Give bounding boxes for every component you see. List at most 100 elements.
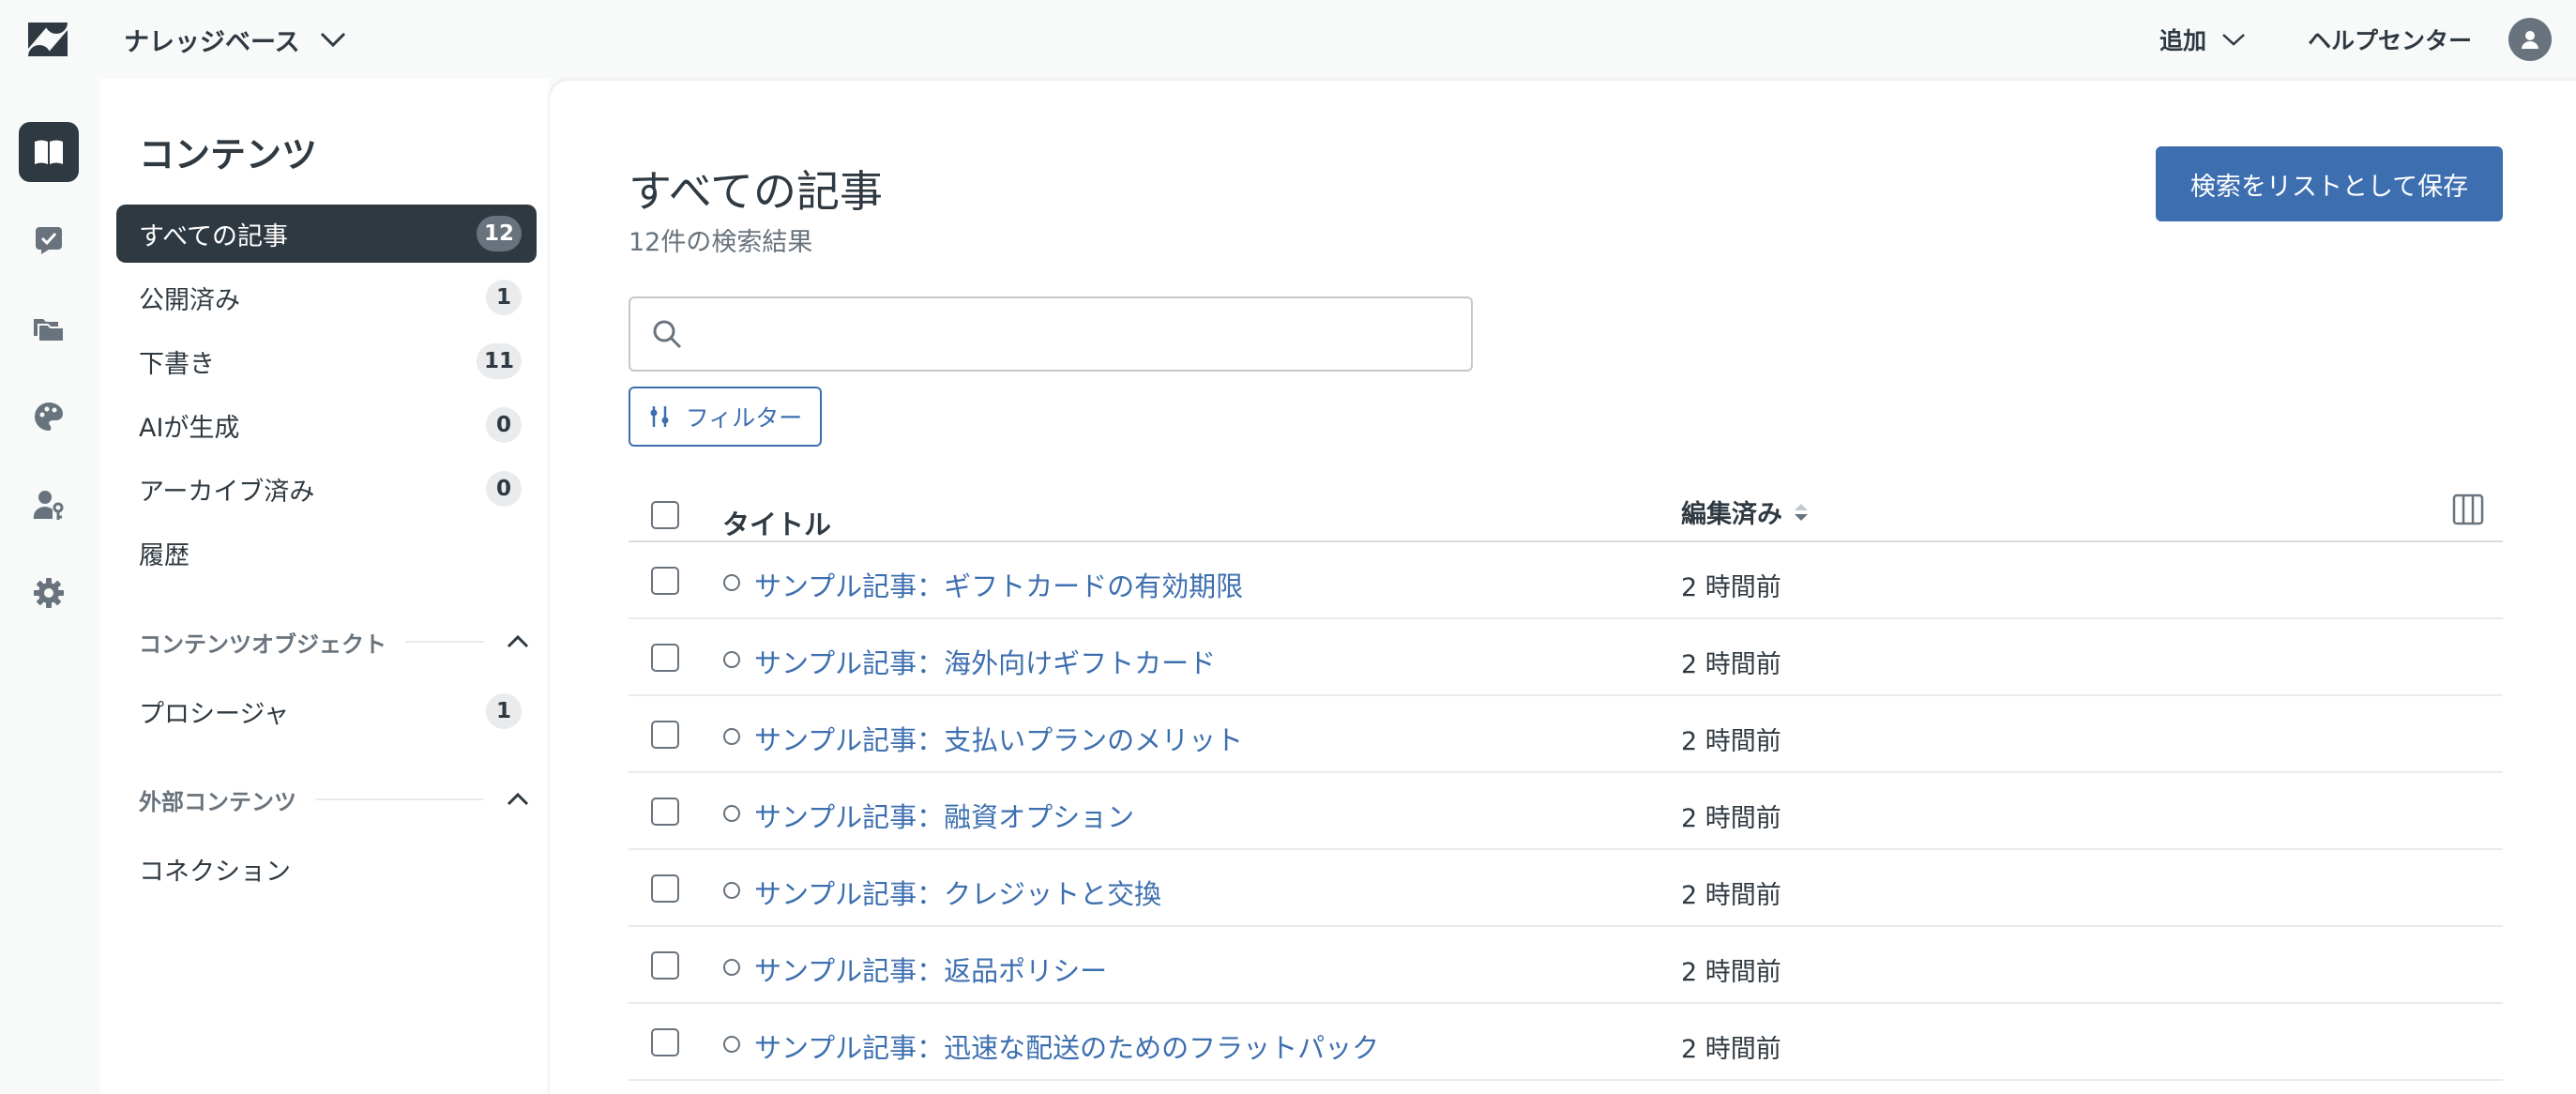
checklist-icon — [36, 227, 62, 254]
rail-settings-button[interactable] — [19, 563, 79, 623]
top-bar: ナレッジベース 追加 ヘルプセンター — [0, 0, 2576, 79]
section-heading: コンテンツオブジェクト — [139, 631, 386, 658]
table-row: サンプル記事：迅速な配送のためのフラットパック 2 時間前 — [629, 1004, 2503, 1081]
chevron-up-icon[interactable] — [503, 627, 533, 657]
nav-item-label: 公開済み — [139, 285, 240, 315]
nav-item-published[interactable]: 公開済み 1 — [116, 268, 537, 327]
add-menu-button[interactable]: 追加 — [2159, 19, 2246, 60]
draft-status-icon — [723, 1036, 740, 1053]
edited-time: 2 時間前 — [1681, 958, 1781, 987]
article-title-link[interactable]: サンプル記事：海外向けギフトカード — [754, 642, 1216, 681]
table-row: サンプル記事：返品ポリシー 2 時間前 — [629, 927, 2503, 1004]
chevron-down-icon — [2222, 34, 2245, 46]
content-objects-section-header: コンテンツオブジェクト — [139, 623, 533, 661]
select-all-checkbox[interactable] — [651, 501, 679, 529]
page-title: すべての記事 — [629, 166, 883, 217]
draft-status-icon — [723, 805, 740, 822]
user-icon — [2522, 31, 2538, 49]
draft-status-icon — [723, 651, 740, 668]
nav-item-label: コネクション — [139, 857, 291, 887]
row-checkbox[interactable] — [651, 1028, 679, 1056]
rail-design-button[interactable] — [19, 387, 79, 447]
folders-icon — [34, 319, 65, 342]
count-badge: 0 — [486, 471, 522, 507]
nav-item-drafts[interactable]: 下書き 11 — [116, 332, 537, 390]
nav-item-label: 下書き — [139, 349, 215, 379]
table-row: サンプル記事：クレジットと交換 2 時間前 — [629, 850, 2503, 927]
count-badge: 11 — [476, 343, 522, 379]
nav-item-archived[interactable]: アーカイブ済み 0 — [116, 460, 537, 518]
article-title-link[interactable]: サンプル記事：融資オプション — [754, 796, 1134, 835]
help-center-link[interactable]: ヘルプセンター — [2308, 19, 2472, 60]
draft-status-icon — [723, 882, 740, 899]
rail-tasks-button[interactable] — [19, 210, 79, 270]
filter-button[interactable]: フィルター — [629, 387, 822, 447]
rail-knowledge-button[interactable] — [19, 122, 79, 182]
save-search-as-list-button[interactable]: 検索をリストとして保存 — [2156, 146, 2503, 221]
rail-folders-button[interactable] — [19, 298, 79, 358]
edited-time: 2 時間前 — [1681, 573, 1781, 602]
rail-users-button[interactable] — [19, 475, 79, 535]
column-header-edited[interactable]: 編集済み — [1681, 494, 1811, 530]
palette-icon — [35, 403, 63, 431]
book-icon — [35, 140, 63, 164]
table-row: サンプル記事：ギフトカードの有効期限 2 時間前 — [629, 542, 2503, 619]
edited-time: 2 時間前 — [1681, 804, 1781, 833]
chevron-down-icon — [320, 32, 345, 48]
result-count: 12件の検索結果 — [629, 228, 813, 257]
row-checkbox[interactable] — [651, 721, 679, 749]
nav-item-procedures[interactable]: プロシージャ 1 — [116, 682, 537, 740]
table-row: サンプル記事：海外向けギフトカード 2 時間前 — [629, 619, 2503, 696]
content-nav: コンテンツ すべての記事 12 公開済み 1 下書き 11 AIが生成 0 アー… — [99, 79, 550, 1094]
edited-time: 2 時間前 — [1681, 881, 1781, 910]
filter-label: フィルター — [685, 404, 803, 432]
nav-item-connections[interactable]: コネクション — [116, 840, 537, 898]
search-input[interactable] — [698, 306, 1471, 362]
divider — [405, 641, 484, 643]
main-panel: すべての記事 12件の検索結果 検索をリストとして保存 フィルター タイトル 編… — [550, 81, 2576, 1094]
nav-item-label: アーカイブ済み — [139, 477, 315, 507]
search-icon — [653, 320, 682, 349]
column-header-title[interactable]: タイトル — [722, 503, 831, 542]
nav-item-ai-generated[interactable]: AIが生成 0 — [116, 396, 537, 454]
sliders-icon — [650, 406, 669, 427]
sort-icon — [1795, 503, 1808, 521]
article-title-link[interactable]: サンプル記事：迅速な配送のためのフラットパック — [754, 1026, 1379, 1066]
article-title-link[interactable]: サンプル記事：ギフトカードの有効期限 — [754, 565, 1243, 604]
table-header: タイトル 編集済み — [629, 475, 2503, 542]
edited-time: 2 時間前 — [1681, 650, 1781, 679]
edited-time: 2 時間前 — [1681, 727, 1781, 756]
divider — [315, 798, 484, 800]
nav-item-history[interactable]: 履歴 — [116, 524, 537, 582]
table-row: サンプル記事：融資オプション 2 時間前 — [629, 773, 2503, 850]
article-title-link[interactable]: サンプル記事：クレジットと交換 — [754, 873, 1161, 912]
product-switcher[interactable]: ナレッジベース — [124, 19, 347, 60]
article-title-link[interactable]: サンプル記事：返品ポリシー — [754, 950, 1107, 989]
user-key-icon — [33, 491, 64, 520]
chevron-up-icon[interactable] — [503, 784, 533, 814]
user-avatar[interactable] — [2508, 18, 2552, 61]
nav-item-all-articles[interactable]: すべての記事 12 — [116, 205, 537, 263]
gear-icon — [34, 578, 64, 608]
row-checkbox[interactable] — [651, 951, 679, 980]
product-rail — [0, 79, 99, 1094]
row-checkbox[interactable] — [651, 644, 679, 672]
count-badge: 1 — [486, 693, 522, 729]
columns-icon[interactable] — [2452, 494, 2484, 525]
count-badge: 0 — [486, 407, 522, 443]
count-badge: 12 — [476, 216, 522, 251]
row-checkbox[interactable] — [651, 798, 679, 826]
draft-status-icon — [723, 728, 740, 745]
edited-time: 2 時間前 — [1681, 1035, 1781, 1064]
nav-title: コンテンツ — [139, 134, 318, 175]
article-title-link[interactable]: サンプル記事：支払いプランのメリット — [754, 719, 1243, 758]
row-checkbox[interactable] — [651, 567, 679, 595]
nav-item-label: AIが生成 — [139, 413, 240, 443]
zendesk-logo-icon[interactable] — [26, 21, 69, 58]
product-name: ナレッジベース — [124, 27, 300, 57]
section-heading: 外部コンテンツ — [139, 788, 296, 815]
articles-table: タイトル 編集済み サンプル記事：ギフトカードの有効期限 2 時間前 サンプル記… — [629, 475, 2503, 1081]
table-row: サンプル記事：支払いプランのメリット 2 時間前 — [629, 696, 2503, 773]
row-checkbox[interactable] — [651, 874, 679, 903]
nav-item-label: プロシージャ — [139, 699, 290, 729]
